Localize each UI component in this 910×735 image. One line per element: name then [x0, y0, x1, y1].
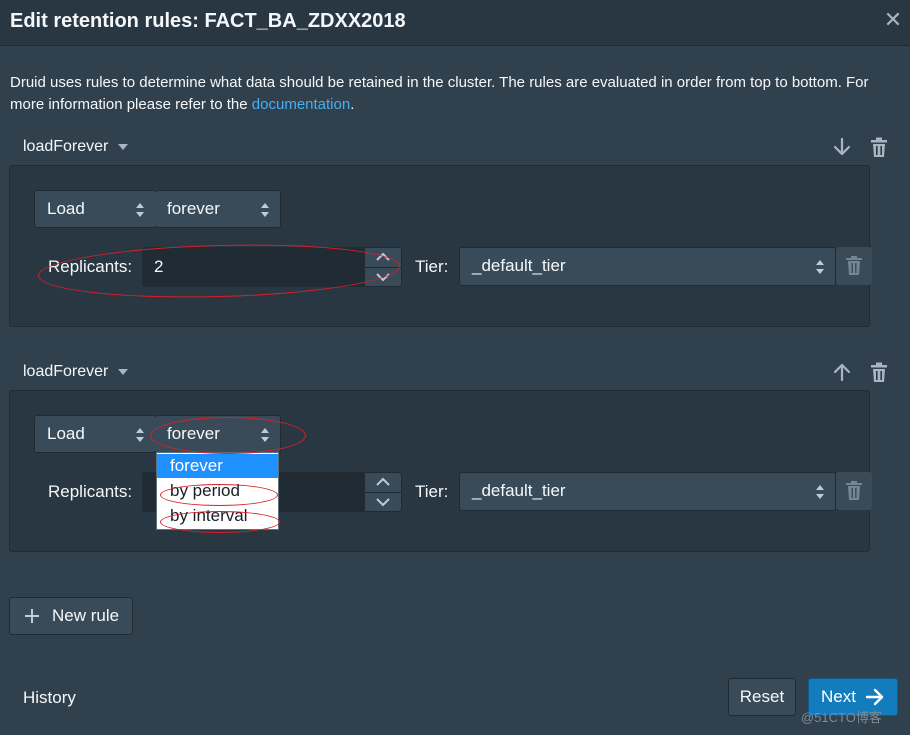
- period-option-by-period[interactable]: by period: [157, 479, 278, 503]
- tier-label: Tier:: [415, 257, 449, 276]
- new-rule-button[interactable]: New rule: [9, 597, 133, 635]
- trash-icon[interactable]: [868, 136, 890, 158]
- plus-icon: [25, 609, 39, 623]
- close-icon[interactable]: ✕: [882, 9, 904, 31]
- rule-1-replicants-spinner[interactable]: [364, 247, 402, 287]
- tier-label: Tier:: [415, 482, 449, 501]
- rule-2-action-select[interactable]: Load: [34, 415, 156, 453]
- rule-1-replicants-input[interactable]: 2: [142, 247, 364, 287]
- new-rule-label: New rule: [52, 606, 120, 625]
- tier-value: _default_tier: [472, 256, 566, 275]
- period-dropdown-list: forever by period by interval: [156, 452, 279, 530]
- rule-2-name: loadForever: [23, 363, 109, 380]
- rule-1-name: loadForever: [23, 138, 109, 155]
- description-end: .: [350, 96, 355, 113]
- period-option-by-interval[interactable]: by interval: [157, 504, 278, 528]
- updown-icon: [816, 485, 824, 499]
- updown-icon: [136, 428, 144, 442]
- arrow-up-icon[interactable]: [831, 361, 853, 383]
- rule-2-replicants-spinner[interactable]: [364, 472, 402, 512]
- period-option-forever[interactable]: forever: [157, 454, 278, 478]
- arrow-down-icon[interactable]: [831, 136, 853, 158]
- action-value: Load: [47, 424, 85, 443]
- rule-1-period-select[interactable]: forever: [155, 190, 281, 228]
- description-text: Druid uses rules to determine what data …: [10, 74, 869, 113]
- period-value: forever: [167, 199, 220, 218]
- history-link[interactable]: History: [23, 688, 76, 708]
- tier-value: _default_tier: [472, 481, 566, 500]
- chevron-down-icon: [376, 498, 390, 507]
- rule-1-tier-select[interactable]: _default_tier: [459, 247, 836, 286]
- trash-icon: [846, 481, 862, 500]
- dialog-title: Edit retention rules: FACT_BA_ZDXX2018: [10, 10, 406, 32]
- caret-down-icon: [118, 143, 129, 150]
- updown-icon: [261, 428, 269, 442]
- increment-button[interactable]: [365, 248, 401, 268]
- updown-icon: [816, 260, 824, 274]
- rule-2-title[interactable]: loadForever: [23, 363, 129, 381]
- watermark: @51CTO博客: [801, 710, 882, 725]
- updown-icon: [261, 203, 269, 217]
- chevron-down-icon: [376, 273, 390, 282]
- rule-1-tier-remove-button[interactable]: [836, 247, 872, 285]
- arrow-right-icon: [865, 688, 884, 706]
- trash-icon[interactable]: [868, 361, 890, 383]
- caret-down-icon: [118, 368, 129, 375]
- documentation-link[interactable]: documentation: [252, 96, 350, 113]
- chevron-up-icon: [376, 252, 390, 261]
- updown-icon: [136, 203, 144, 217]
- dialog-description: Druid uses rules to determine what data …: [10, 72, 890, 116]
- dialog-header: Edit retention rules: FACT_BA_ZDXX2018 ✕: [0, 0, 910, 46]
- chevron-up-icon: [376, 477, 390, 486]
- decrement-button[interactable]: [365, 267, 401, 286]
- action-value: Load: [47, 199, 85, 218]
- trash-icon: [846, 256, 862, 275]
- period-value: forever: [167, 424, 220, 443]
- replicants-label: Replicants:: [48, 482, 133, 501]
- rule-2-period-select[interactable]: forever: [155, 415, 281, 453]
- next-label: Next: [821, 687, 856, 706]
- rule-1-title[interactable]: loadForever: [23, 138, 129, 156]
- rule-1-action-select[interactable]: Load: [34, 190, 156, 228]
- rule-2-tier-remove-button[interactable]: [836, 472, 872, 510]
- rule-2-tier-select[interactable]: _default_tier: [459, 472, 836, 511]
- replicants-label: Replicants:: [48, 257, 133, 276]
- increment-button[interactable]: [365, 473, 401, 493]
- reset-button[interactable]: Reset: [728, 678, 796, 716]
- decrement-button[interactable]: [365, 492, 401, 511]
